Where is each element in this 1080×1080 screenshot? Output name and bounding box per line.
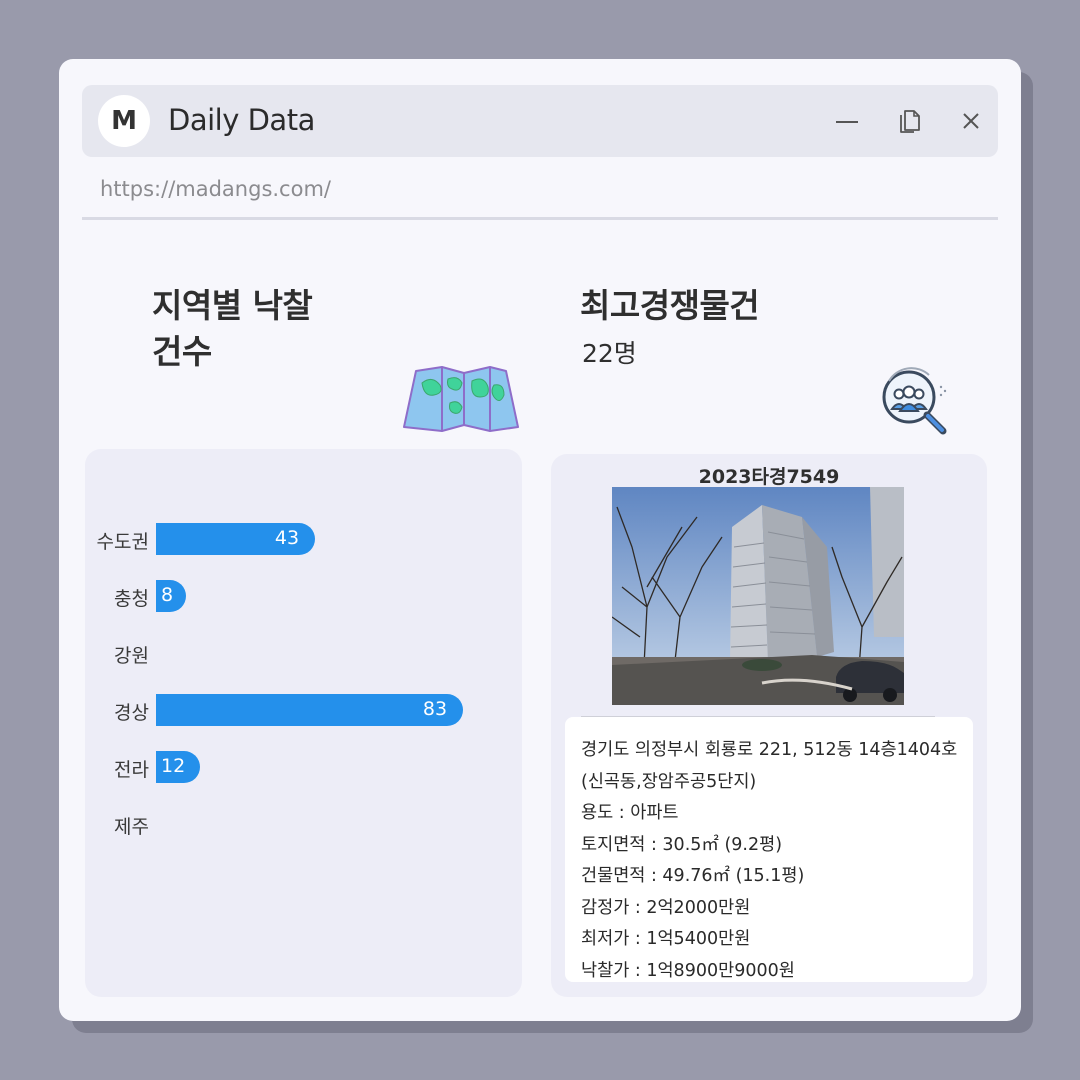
close-button[interactable] xyxy=(955,105,987,137)
competition-heading: 최고경쟁물건 xyxy=(580,286,760,325)
case-number: 2023타경7549 xyxy=(698,466,840,488)
minimize-button[interactable] xyxy=(831,105,863,137)
bar-category-label: 강원 xyxy=(114,645,149,667)
property-card: 2023타경7549 경기도 의정부시 회룡로 221, 512동 14층140… xyxy=(551,454,987,997)
region-heading-line2: 건수 xyxy=(152,332,212,371)
usage-text: 용도 : 아파트 xyxy=(581,803,679,823)
bar-row: 전라 12 xyxy=(85,751,522,783)
winning-bid-text: 낙찰가 : 1억8900만9000원 xyxy=(581,960,795,981)
bar-row: 충청 8 xyxy=(85,580,522,612)
bar-category-label: 충청 xyxy=(114,588,149,610)
bar-row: 제주 xyxy=(85,808,522,840)
bar-row: 수도권 43 xyxy=(85,523,522,555)
property-details: 경기도 의정부시 회룡로 221, 512동 14층1404호 (신곡동,장암주… xyxy=(565,717,973,982)
bar-value-label: 12 xyxy=(161,755,186,777)
bar-value-label: 43 xyxy=(274,527,300,549)
region-heading-line1: 지역별 낙찰 xyxy=(152,286,313,325)
copy-icon xyxy=(900,110,920,133)
app-window: M Daily Data https://madangs.com/ 지역별 낙찰… xyxy=(59,59,1021,1021)
url-divider xyxy=(82,217,998,220)
apartment-building-image xyxy=(612,487,904,705)
map-icon xyxy=(403,366,519,432)
minimize-icon xyxy=(836,121,858,123)
competition-count: 22명 xyxy=(582,339,637,368)
bar-category-label: 경상 xyxy=(114,702,149,724)
app-logo: M xyxy=(98,95,150,147)
appraisal-price-text: 감정가 : 2억2000만원 xyxy=(581,897,751,918)
app-title: Daily Data xyxy=(168,103,315,137)
bar-row: 강원 xyxy=(85,637,522,669)
bar-row: 경상 83 xyxy=(85,694,522,726)
bar xyxy=(156,694,464,726)
region-chart-panel: 수도권 43 충청 8 강원경상 83 전라 12 제주 xyxy=(85,449,522,997)
bar-category-label: 제주 xyxy=(114,816,149,838)
url-text[interactable]: https://madangs.com/ xyxy=(100,177,331,201)
address-line2: (신곡동,장암주공5단지) xyxy=(581,771,757,792)
address-line1: 경기도 의정부시 회룡로 221, 512동 14층1404호 xyxy=(581,740,958,760)
region-heading: 지역별 낙찰 건수 xyxy=(152,283,412,375)
land-area-text: 토지면적 : 30.5㎡ (9.2평) xyxy=(581,834,783,855)
bar-category-label: 전라 xyxy=(114,759,149,781)
bar-category-label: 수도권 xyxy=(96,531,149,553)
property-photo xyxy=(612,487,904,705)
restore-button[interactable] xyxy=(894,105,926,137)
bar-value-label: 8 xyxy=(161,584,174,606)
bar-value-label: 83 xyxy=(422,698,448,720)
minimum-price-text: 최저가 : 1억5400만원 xyxy=(581,929,751,949)
building-area-text: 건물면적 : 49.76㎡ (15.1평) xyxy=(581,866,805,886)
people-search-icon xyxy=(882,367,947,435)
title-bar: M Daily Data xyxy=(82,85,998,157)
close-icon xyxy=(963,113,979,129)
